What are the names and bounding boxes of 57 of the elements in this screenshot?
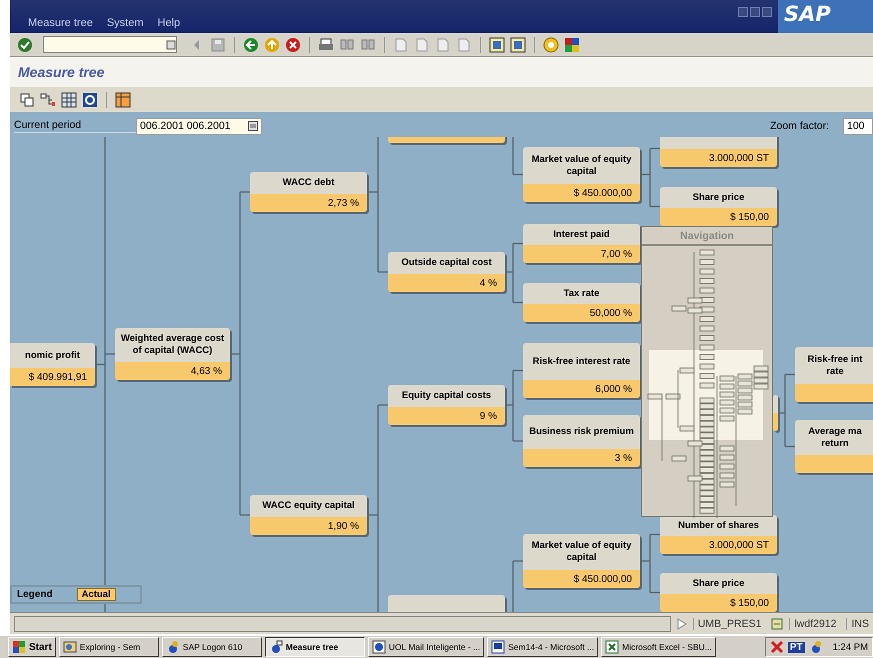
- node-title: Market value of equity capital: [530, 154, 632, 178]
- clock: 1:24 PM: [832, 642, 868, 652]
- period-value: 006.2001 006.2001: [140, 120, 231, 132]
- taskbar-button[interactable]: Measure tree: [264, 637, 365, 657]
- node-value: 9 %: [480, 410, 497, 422]
- zoom-field[interactable]: 100: [843, 118, 873, 134]
- taskbar-button[interactable]: SAP Logon 610: [162, 637, 262, 657]
- node-title: Risk-free int rate: [806, 354, 864, 378]
- menu-item[interactable]: System: [106, 17, 144, 29]
- taskbar-button[interactable]: Sem14-4 - Microsoft ...: [487, 637, 598, 657]
- status-field: lwdf2912: [789, 618, 840, 630]
- node-value: 6,000 %: [595, 384, 632, 394]
- node-title: Weighted average cost of capital (WACC): [120, 333, 226, 357]
- node-title: Risk-free interest rate: [532, 356, 630, 368]
- taskbar-button[interactable]: UOL Mail Inteligente - ...: [368, 637, 484, 657]
- legend-item: Actual: [76, 588, 116, 601]
- node-value: 4,63 %: [190, 366, 222, 376]
- node-value: $ 150,00: [730, 212, 769, 222]
- node-value: $ 450.000,00: [574, 188, 632, 198]
- node-value: 3 %: [614, 452, 632, 464]
- node-title: Business risk premium: [529, 426, 634, 438]
- node-value: 3.000,000 ST: [708, 540, 769, 550]
- navigation-title: Navigation: [642, 227, 772, 246]
- node-title: WACC debt: [282, 177, 334, 189]
- node-title: Outside capital cost: [401, 257, 492, 269]
- node-title: Number of shares: [678, 520, 759, 532]
- node-value: $ 409.991,91: [28, 372, 87, 382]
- node-title: WACC equity capital: [262, 500, 355, 512]
- node-title: nomic profit: [25, 350, 80, 362]
- node-title: Market value of equity capital: [530, 540, 632, 564]
- node-value: 50,000 %: [590, 308, 632, 318]
- sap-logo: SAP: [784, 2, 831, 26]
- period-field[interactable]: 006.2001 006.2001: [136, 118, 262, 134]
- node-value: 1,90 %: [328, 520, 359, 532]
- node-value: $ 450.000,00: [574, 574, 632, 584]
- node-title: Share price: [692, 578, 744, 590]
- taskbar-button[interactable]: Exploring - Sem: [58, 637, 159, 657]
- node-value: 7,00 %: [600, 248, 632, 260]
- screen-title: Measure tree: [18, 64, 104, 80]
- node-title: Share price: [692, 192, 744, 204]
- menu-item[interactable]: Measure tree: [28, 17, 93, 29]
- status-field: INS: [846, 618, 873, 630]
- node-title: Tax rate: [564, 288, 600, 300]
- node-value: 3.000,000 ST: [708, 152, 769, 164]
- node-value: $ 150,00: [730, 598, 769, 608]
- menu-item[interactable]: Help: [158, 17, 180, 29]
- node-value: 2,73 %: [328, 198, 359, 208]
- node-title: Average ma return: [807, 426, 863, 450]
- language-indicator[interactable]: PT: [788, 642, 805, 652]
- legend-label: Legend: [17, 589, 53, 600]
- start-button[interactable]: Start: [8, 637, 56, 657]
- taskbar-button[interactable]: Microsoft Excel - SBU...: [601, 637, 716, 657]
- zoom-label: Zoom factor:: [770, 120, 829, 132]
- node-title: Equity capital costs: [402, 390, 492, 402]
- node-value: 4 %: [480, 278, 497, 288]
- node-title: Interest paid: [553, 228, 610, 240]
- status-field: UMB_PRES1: [692, 618, 766, 630]
